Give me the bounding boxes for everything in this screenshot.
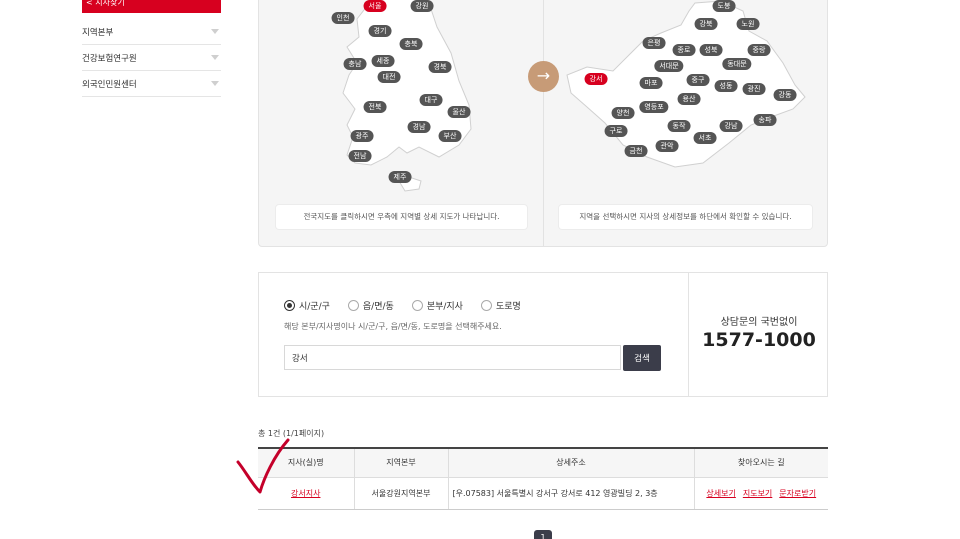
- checkmark-annotation-icon: [236, 438, 290, 494]
- sidebar-item-label: 건강보험연구원: [82, 53, 137, 64]
- radio-bonbu-jisa[interactable]: 본부/지사: [411, 299, 463, 312]
- region-pill-gyeongnam[interactable]: 경남: [407, 121, 431, 133]
- map-notice-left: 전국지도를 클릭하시면 우측에 지역별 상세 지도가 나타납니다.: [276, 205, 527, 229]
- korea-map: [342, 0, 472, 192]
- table-row: 강서지사 서울강원지역본부 [우.07583] 서울특별시 강서구 강서로 41…: [258, 477, 828, 510]
- district-pill-junggu[interactable]: 중구: [686, 74, 710, 86]
- address-cell: [우.07583] 서울특별시 강서구 강서로 412 영광빌딩 2, 3층: [448, 477, 695, 510]
- region-pill-jeju[interactable]: 제주: [388, 171, 412, 183]
- region-pill-incheon[interactable]: 인천: [331, 12, 355, 24]
- detail-link[interactable]: 상세보기: [706, 488, 735, 499]
- sidebar-item-regional-hq[interactable]: 지역본부: [82, 19, 221, 45]
- district-pill-eunpyeong[interactable]: 은평: [642, 37, 666, 49]
- branch-name-link[interactable]: 강서지사: [291, 489, 320, 498]
- map-link[interactable]: 지도보기: [743, 488, 772, 499]
- call-center-label: 상담문의 국번없이: [720, 317, 798, 328]
- district-pill-seongbuk[interactable]: 성북: [699, 44, 723, 56]
- region-pill-seoul[interactable]: 서울: [363, 0, 387, 12]
- district-pill-jongno[interactable]: 종로: [672, 44, 696, 56]
- radio-doromyeong[interactable]: 도로명: [480, 299, 521, 312]
- district-pill-gangbuk[interactable]: 강북: [694, 18, 718, 30]
- sidebar: < 지사찾기 지역본부 건강보험연구원 외국인민원센터: [82, 0, 221, 97]
- chevron-down-icon: [211, 29, 219, 34]
- district-pill-dobong[interactable]: 도봉: [712, 0, 736, 12]
- search-input[interactable]: [284, 345, 621, 370]
- region-pill-sejong[interactable]: 세종: [371, 55, 395, 67]
- chevron-down-icon: [211, 81, 219, 86]
- region-pill-daegu[interactable]: 대구: [419, 94, 443, 106]
- radio-unchecked-icon: [411, 300, 423, 311]
- district-pill-gangdong[interactable]: 강동: [773, 89, 797, 101]
- district-pill-seodaemun[interactable]: 서대문: [654, 60, 684, 72]
- region-pill-busan[interactable]: 부산: [438, 130, 462, 142]
- radio-sigungu[interactable]: 시/군/구: [284, 299, 330, 312]
- radio-label: 본부/지사: [426, 302, 463, 312]
- radio-label: 도로명: [495, 302, 521, 312]
- region-pill-jeonbuk[interactable]: 전북: [363, 101, 387, 113]
- sidebar-item-research-institute[interactable]: 건강보험연구원: [82, 45, 221, 71]
- sidebar-item-label: 외국인민원센터: [82, 79, 137, 90]
- district-pill-nowon[interactable]: 노원: [736, 18, 760, 30]
- district-pill-yongsan[interactable]: 용산: [677, 93, 701, 105]
- radio-label: 시/군/구: [299, 302, 330, 312]
- region-pill-chungnam[interactable]: 충남: [343, 58, 367, 70]
- results-table: 지사(실)명 지역본부 상세주소 찾아오시는 길 강서지사 서울강원지역본부 […: [258, 447, 828, 510]
- radio-eupmyeondong[interactable]: 읍/면/동: [347, 299, 394, 312]
- district-pill-seocho[interactable]: 서초: [693, 132, 717, 144]
- sidebar-item-label: 지역본부: [82, 27, 114, 38]
- search-panel: 시/군/구 읍/면/동 본부/지사 도로명 해당 본부/지사명이나 시/군/구,…: [258, 272, 828, 397]
- region-pill-gyeonggi[interactable]: 경기: [368, 25, 392, 37]
- district-pill-mapo[interactable]: 마포: [639, 77, 663, 89]
- column-header: 상세주소: [448, 447, 695, 478]
- district-pill-dongdaemun[interactable]: 동대문: [722, 58, 752, 70]
- radio-unchecked-icon: [480, 300, 492, 311]
- sidebar-item-active[interactable]: < 지사찾기: [82, 0, 221, 13]
- search-hint: 해당 본부/지사명이나 시/군/구, 읍/면/동, 도로명을 선택해주세요.: [284, 322, 502, 331]
- district-pill-geumcheon[interactable]: 금천: [624, 145, 648, 157]
- column-header: 지역본부: [354, 447, 449, 478]
- district-pill-gangseo[interactable]: 강서: [584, 73, 608, 85]
- district-pill-jungnang[interactable]: 중랑: [747, 44, 771, 56]
- district-pill-seongdong[interactable]: 성동: [714, 80, 738, 92]
- arrow-right-icon: →: [528, 61, 559, 92]
- district-pill-dongjak[interactable]: 동작: [667, 120, 691, 132]
- region-pill-gyeongbuk[interactable]: 경북: [428, 61, 452, 73]
- map-notice-right: 지역을 선택하시면 지사의 상세정보를 하단에서 확인할 수 있습니다.: [559, 205, 812, 229]
- pagination-current[interactable]: 1: [534, 530, 552, 539]
- chevron-down-icon: [211, 55, 219, 60]
- radio-label: 읍/면/동: [362, 302, 394, 312]
- region-pill-jeonnam[interactable]: 전남: [348, 150, 372, 162]
- region-hq-cell: 서울강원지역본부: [354, 477, 449, 510]
- district-pill-yangcheon[interactable]: 양천: [611, 107, 635, 119]
- sidebar-item-foreigner-center[interactable]: 외국인민원센터: [82, 71, 221, 97]
- region-pill-gangwon[interactable]: 강원: [410, 0, 434, 12]
- district-pill-gangnam[interactable]: 강남: [719, 120, 743, 132]
- search-type-options: 시/군/구 읍/면/동 본부/지사 도로명: [284, 299, 521, 312]
- sms-link[interactable]: 문자로받기: [779, 488, 816, 499]
- region-pill-ulsan[interactable]: 울산: [447, 106, 471, 118]
- column-header: 찾아오시는 길: [694, 447, 828, 478]
- district-pill-yeongdeungpo[interactable]: 영등포: [639, 101, 669, 113]
- radio-checked-icon: [284, 300, 295, 311]
- call-center-number: 1577-1000: [702, 329, 816, 351]
- search-button[interactable]: 검색: [623, 345, 661, 371]
- district-pill-gwangjin[interactable]: 광진: [742, 83, 766, 95]
- map-panel: 인천 서울 강원 경기 충북 충남 세종 대전 경북 전북 대구 울산 경남 부…: [258, 0, 828, 247]
- district-pill-gwanak[interactable]: 관악: [655, 140, 679, 152]
- region-pill-gwangju[interactable]: 광주: [350, 130, 374, 142]
- district-pill-guro[interactable]: 구로: [604, 125, 628, 137]
- radio-unchecked-icon: [347, 300, 359, 311]
- region-pill-chungbuk[interactable]: 충북: [399, 38, 423, 50]
- district-pill-songpa[interactable]: 송파: [753, 114, 777, 126]
- map-divider: [543, 0, 544, 246]
- region-pill-daejeon[interactable]: 대전: [377, 71, 401, 83]
